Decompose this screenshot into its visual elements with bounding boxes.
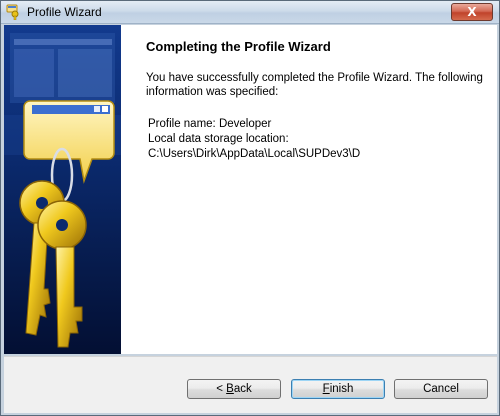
finish-rest: inish [329, 383, 354, 395]
back-mnemonic: B [226, 383, 234, 395]
back-prefix: < [216, 383, 227, 395]
back-rest: ack [233, 383, 252, 395]
storage-location-label: Local data storage location: [148, 133, 289, 145]
wizard-client-area: Completing the Profile Wizard You have s… [4, 25, 497, 354]
speech-bubble-window-icon [23, 100, 115, 184]
side-panel-illustration [4, 25, 121, 354]
back-button[interactable]: < Back [187, 379, 281, 399]
storage-location-path: C:\Users\Dirk\AppData\Local\SUPDev3\D [148, 148, 361, 160]
profile-name-line: Profile name: Developer [148, 118, 272, 130]
wizard-keys-icon [6, 4, 19, 20]
window-title: Profile Wizard [27, 5, 102, 19]
finish-mnemonic: F [322, 383, 330, 395]
page-title: Completing the Profile Wizard [146, 39, 331, 54]
cancel-button[interactable]: Cancel [394, 379, 488, 399]
close-icon: X [467, 5, 477, 19]
specified-info: Profile name: Developer Local data stora… [148, 117, 360, 162]
finish-button[interactable]: Finish [291, 379, 385, 399]
profile-wizard-window: Profile Wizard X Completing the Profile … [0, 0, 500, 416]
button-bar: < Back Finish Cancel [4, 356, 497, 413]
title-bar[interactable]: Profile Wizard X [1, 1, 499, 24]
intro-text: You have successfully completed the Prof… [146, 72, 483, 98]
close-button[interactable]: X [451, 3, 493, 21]
keys-illustration [4, 33, 121, 348]
